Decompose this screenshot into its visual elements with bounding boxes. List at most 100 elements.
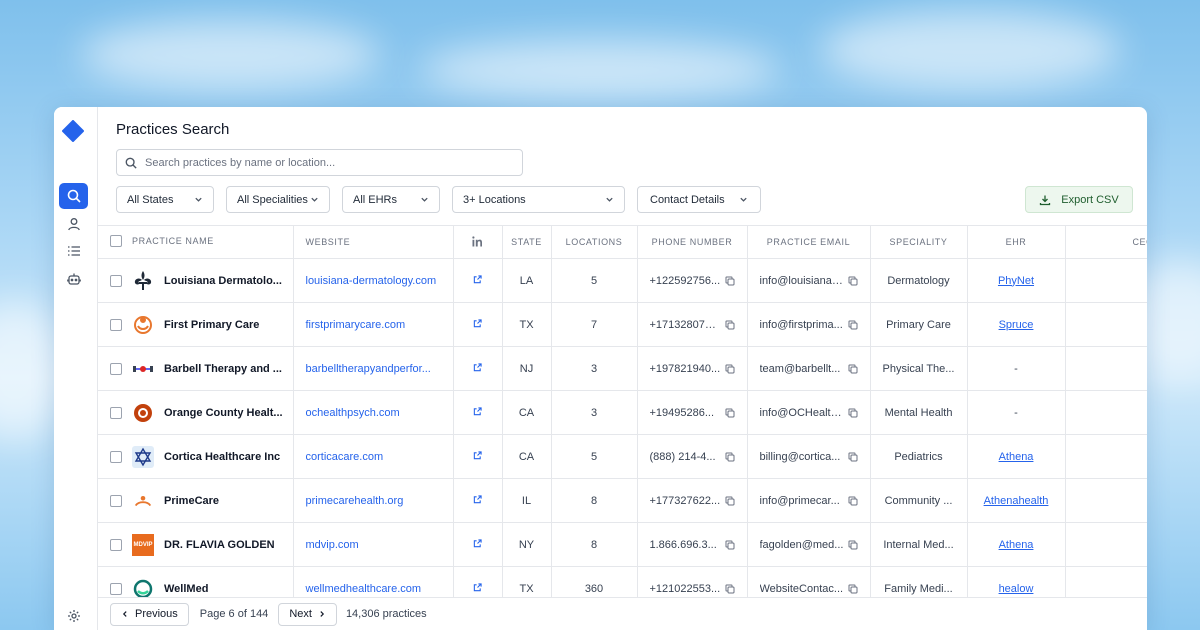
- copy-icon[interactable]: [848, 408, 858, 418]
- external-link-icon[interactable]: [473, 406, 482, 416]
- practice-name-cell: Louisiana Dermatolo...: [98, 258, 294, 303]
- column-header-phone[interactable]: PHONE NUMBER: [637, 225, 748, 259]
- copy-icon[interactable]: [848, 540, 858, 550]
- row-checkbox[interactable]: [110, 274, 122, 287]
- locations-cell: 3: [551, 390, 638, 435]
- ehr-link[interactable]: Athena: [999, 539, 1034, 551]
- sidebar-item-lists[interactable]: [59, 238, 88, 264]
- website-link[interactable]: ochealthpsych.com: [294, 407, 453, 419]
- sidebar-item-settings[interactable]: [59, 603, 88, 629]
- ehr-link[interactable]: Spruce: [999, 319, 1034, 331]
- copy-icon[interactable]: [725, 276, 735, 286]
- filter-locations[interactable]: 3+ Locations: [452, 186, 625, 213]
- app-window: Practices Search All States All Speciali…: [54, 107, 1147, 630]
- row-checkbox[interactable]: [110, 406, 122, 419]
- copy-icon[interactable]: [848, 364, 858, 374]
- ceo-cell: Kristin K: [1065, 390, 1147, 435]
- practice-name[interactable]: Louisiana Dermatolo...: [164, 275, 282, 287]
- website-link[interactable]: mdvip.com: [294, 539, 453, 551]
- practice-name[interactable]: WellMed: [164, 583, 208, 595]
- row-checkbox[interactable]: [110, 450, 122, 463]
- column-header-speciality[interactable]: SPECIALITY: [870, 225, 968, 259]
- table-row[interactable]: Cortica Healthcare Inc corticacare.com CA 5…: [98, 434, 1147, 479]
- ehr-link[interactable]: PhyNet: [998, 275, 1034, 287]
- row-checkbox[interactable]: [110, 362, 122, 375]
- ehr-link[interactable]: Athenahealth: [984, 495, 1049, 507]
- website-link[interactable]: wellmedhealthcare.com: [294, 583, 453, 595]
- cortica-logo-icon: [132, 445, 154, 468]
- table-row[interactable]: Orange County Healt... ochealthpsych.com C…: [98, 390, 1147, 435]
- external-link-icon[interactable]: [473, 582, 482, 592]
- table-row[interactable]: WellMed wellmedhealthcare.com TX 360 +121022…: [98, 566, 1147, 597]
- sidebar-item-contacts[interactable]: [59, 211, 88, 237]
- copy-icon[interactable]: [725, 452, 735, 462]
- external-link-icon[interactable]: [473, 362, 482, 372]
- practice-name[interactable]: Barbell Therapy and ...: [164, 363, 282, 375]
- column-header-linkedin[interactable]: [453, 225, 503, 259]
- table-row[interactable]: First Primary Care firstprimarycare.com TX…: [98, 302, 1147, 347]
- column-header-name[interactable]: PRACTICE NAME: [98, 225, 294, 259]
- copy-icon[interactable]: [725, 540, 735, 550]
- table-row[interactable]: Louisiana Dermatolo... louisiana-dermatol…: [98, 258, 1147, 303]
- row-checkbox[interactable]: [110, 494, 122, 507]
- filter-contact-details[interactable]: Contact Details: [637, 186, 761, 213]
- copy-icon[interactable]: [848, 320, 858, 330]
- copy-icon[interactable]: [848, 584, 858, 594]
- search-input[interactable]: [145, 156, 505, 169]
- ehr-link[interactable]: Athena: [999, 451, 1034, 463]
- state-cell: TX: [502, 566, 552, 597]
- copy-icon[interactable]: [725, 496, 735, 506]
- external-link-icon[interactable]: [473, 538, 482, 548]
- external-link-icon[interactable]: [473, 494, 482, 504]
- practice-name[interactable]: Cortica Healthcare Inc: [164, 451, 280, 463]
- table-row[interactable]: MDVIP DR. FLAVIA GOLDEN mdvip.com NY 8 1.866.…: [98, 522, 1147, 567]
- phone-cell: 1.866.696.3...: [637, 522, 748, 567]
- ehr-link[interactable]: healow: [999, 583, 1034, 595]
- website-cell: firstprimarycare.com: [293, 302, 454, 347]
- filter-states[interactable]: All States: [116, 186, 214, 213]
- copy-icon[interactable]: [848, 452, 858, 462]
- column-header-ceo[interactable]: CEO NA: [1065, 225, 1147, 259]
- website-link[interactable]: firstprimarycare.com: [294, 319, 453, 331]
- practice-name[interactable]: First Primary Care: [164, 319, 259, 331]
- copy-icon[interactable]: [848, 496, 858, 506]
- next-page-button[interactable]: Next: [278, 602, 337, 626]
- search-box[interactable]: [116, 149, 523, 176]
- row-checkbox[interactable]: [110, 582, 122, 595]
- practice-name[interactable]: PrimeCare: [164, 495, 219, 507]
- practice-name-cell: First Primary Care: [98, 302, 294, 347]
- practice-name[interactable]: DR. FLAVIA GOLDEN: [164, 539, 275, 551]
- row-checkbox[interactable]: [110, 538, 122, 551]
- ehr-cell: Athena: [967, 522, 1066, 567]
- practice-name[interactable]: Orange County Healt...: [164, 407, 283, 419]
- copy-icon[interactable]: [725, 584, 735, 594]
- export-csv-button[interactable]: Export CSV: [1025, 186, 1133, 213]
- external-link-icon[interactable]: [473, 450, 482, 460]
- select-all-checkbox[interactable]: [110, 235, 122, 247]
- website-link[interactable]: louisiana-dermatology.com: [294, 275, 453, 287]
- filter-ehrs[interactable]: All EHRs: [342, 186, 440, 213]
- table-row[interactable]: Barbell Therapy and ... barbelltherapyand…: [98, 346, 1147, 391]
- copy-icon[interactable]: [725, 408, 735, 418]
- website-link[interactable]: corticacare.com: [294, 451, 453, 463]
- filter-specialities[interactable]: All Specialities: [226, 186, 330, 213]
- column-header-email[interactable]: PRACTICE EMAIL: [747, 225, 871, 259]
- copy-icon[interactable]: [725, 364, 735, 374]
- chevron-down-icon: [195, 197, 202, 202]
- website-link[interactable]: barbelltherapyandperfor...: [294, 363, 453, 375]
- row-checkbox[interactable]: [110, 318, 122, 331]
- column-header-locations[interactable]: LOCATIONS: [551, 225, 638, 259]
- column-header-website[interactable]: WEBSITE: [293, 225, 454, 259]
- previous-page-button[interactable]: Previous: [110, 602, 189, 626]
- website-link[interactable]: primecarehealth.org: [294, 495, 453, 507]
- email-value: info@louisiana-...: [759, 274, 844, 287]
- external-link-icon[interactable]: [473, 274, 482, 284]
- sidebar-item-bot[interactable]: [59, 266, 88, 292]
- column-header-ehr[interactable]: EHR: [967, 225, 1066, 259]
- external-link-icon[interactable]: [473, 318, 482, 328]
- copy-icon[interactable]: [725, 320, 735, 330]
- table-row[interactable]: PrimeCare primecarehealth.org IL 8 +17732762…: [98, 478, 1147, 523]
- column-header-state[interactable]: STATE: [502, 225, 552, 259]
- sidebar-item-search[interactable]: [59, 183, 88, 209]
- copy-icon[interactable]: [848, 276, 858, 286]
